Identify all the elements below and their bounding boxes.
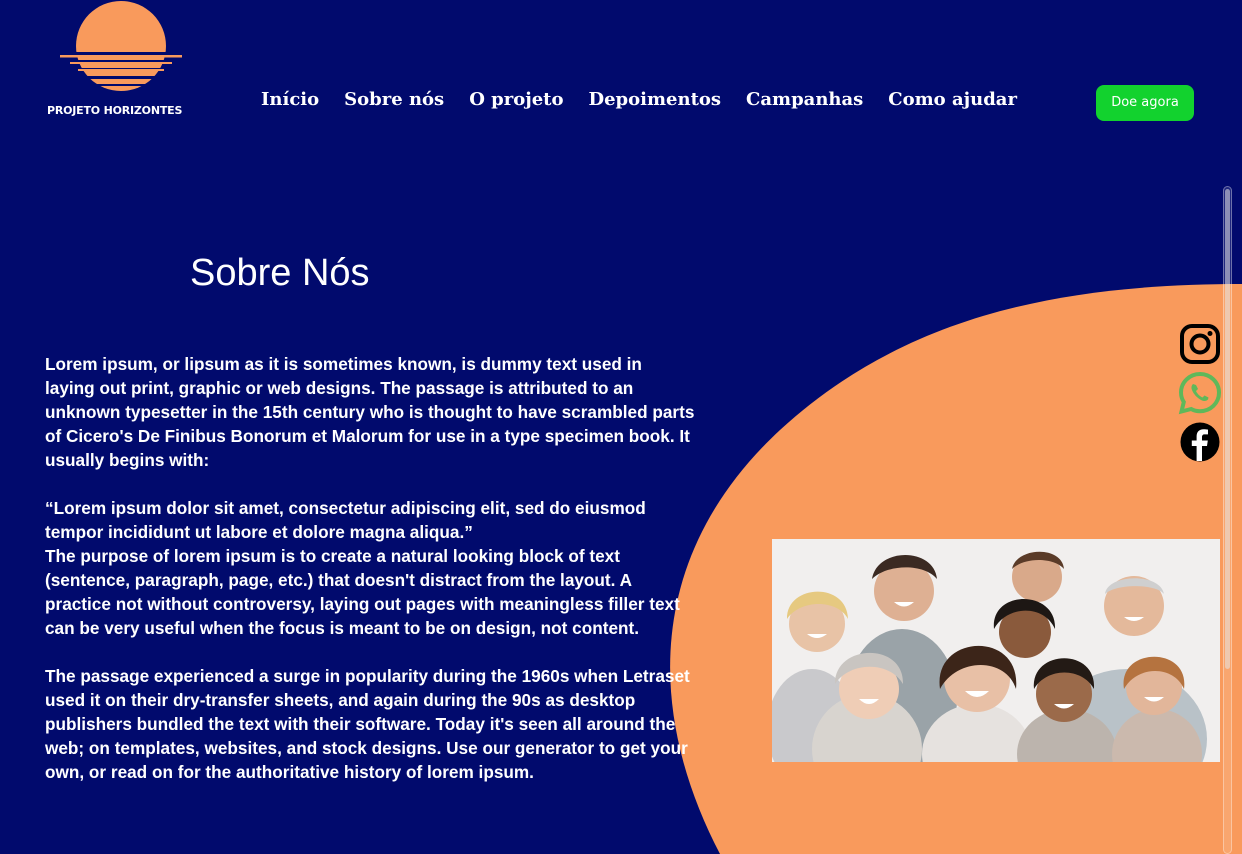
nav-link-como-ajudar[interactable]: Como ajudar (888, 89, 1017, 110)
page-title: Sobre Nós (190, 252, 370, 294)
paragraph-history: The passage experienced a surge in popul… (45, 666, 690, 782)
paragraph-intro: Lorem ipsum, or lipsum as it is sometime… (45, 354, 695, 470)
facebook-icon[interactable] (1178, 420, 1222, 464)
main-nav: Início Sobre nós O projeto Depoimentos C… (261, 89, 1042, 110)
nav-link-depoimentos[interactable]: Depoimentos (589, 89, 722, 110)
paragraph-purpose: The purpose of lorem ipsum is to create … (45, 546, 680, 638)
nav-link-inicio[interactable]: Início (261, 89, 319, 110)
logo-text: PROJETO HORIZONTES (47, 104, 183, 117)
group-photo (772, 539, 1220, 762)
scrollbar[interactable] (1223, 186, 1232, 854)
instagram-icon[interactable] (1178, 322, 1222, 366)
scrollbar-thumb[interactable] (1225, 189, 1230, 669)
sunset-logo-icon (60, 1, 182, 91)
paragraph-quote: “Lorem ipsum dolor sit amet, consectetur… (45, 498, 646, 542)
about-text: Lorem ipsum, or lipsum as it is sometime… (45, 352, 695, 784)
page: PROJETO HORIZONTES Início Sobre nós O pr… (0, 0, 1242, 854)
whatsapp-icon[interactable] (1178, 371, 1222, 415)
logo[interactable]: PROJETO HORIZONTES (44, 0, 214, 130)
donate-button[interactable]: Doe agora (1096, 85, 1194, 121)
nav-link-sobre-nos[interactable]: Sobre nós (344, 89, 444, 110)
nav-link-o-projeto[interactable]: O projeto (469, 89, 563, 110)
nav-link-campanhas[interactable]: Campanhas (746, 89, 863, 110)
